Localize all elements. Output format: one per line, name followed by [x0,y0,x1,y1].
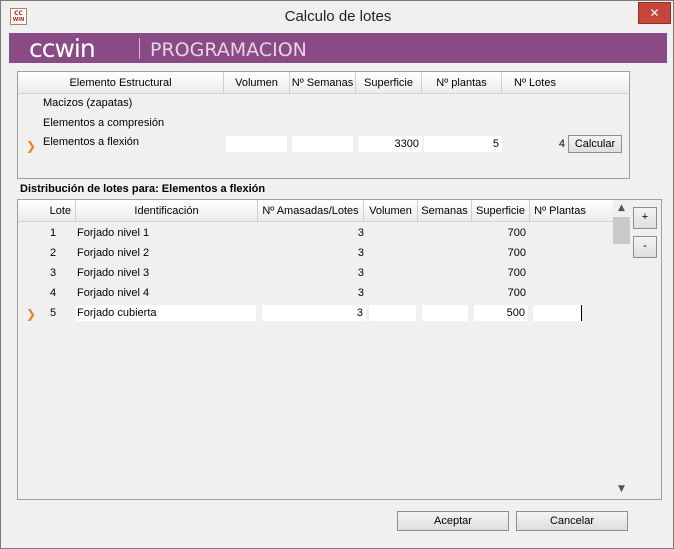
amasadas-cell[interactable]: 3 [262,305,366,321]
semanas-cell[interactable] [422,305,468,321]
superficie-cell[interactable]: 700 [476,223,526,243]
lote-cell[interactable]: 1 [50,223,56,243]
chevron-right-icon: ❯ [26,307,37,321]
accept-button[interactable]: Aceptar [397,511,509,531]
superficie-cell[interactable]: 3300 [358,136,422,152]
column-header[interactable]: Superficie [356,72,422,94]
column-header[interactable]: Elemento Estructural [18,72,224,94]
structural-elements-grid: Elemento Estructural Volumen Nº Semanas … [17,71,630,179]
identificacion-cell[interactable]: Forjado cubierta [76,305,256,321]
lote-cell[interactable]: 5 [50,303,56,323]
lot-distribution-grid: Lote Identificación Nº Amasadas/Lotes Vo… [17,199,630,500]
identificacion-cell[interactable]: Forjado nivel 3 [77,263,149,283]
column-header[interactable]: Volumen [224,72,290,94]
identificacion-cell[interactable]: Forjado nivel 2 [77,243,149,263]
lote-cell[interactable]: 2 [50,243,56,263]
chevron-right-icon: ❯ [26,139,37,153]
column-header[interactable]: Nº Plantas [530,200,590,222]
semanas-cell[interactable] [292,136,353,152]
column-header[interactable]: Nº plantas [422,72,502,94]
title-bar: CC WIN Calculo de lotes ✕ [1,1,673,33]
column-header[interactable]: Volumen [364,200,418,222]
banner-divider [139,38,140,59]
column-header[interactable]: Nº Lotes [502,72,568,94]
superficie-cell[interactable]: 500 [474,305,528,321]
lote-cell[interactable]: 3 [50,263,56,283]
identificacion-cell[interactable]: Forjado nivel 1 [77,223,149,243]
column-header[interactable]: Lote [18,200,76,222]
column-header[interactable]: Superficie [472,200,530,222]
amasadas-cell[interactable]: 3 [262,283,364,303]
column-header[interactable]: Semanas [418,200,472,222]
identificacion-cell[interactable]: Forjado nivel 4 [77,283,149,303]
window-title: Calculo de lotes [284,8,392,25]
banner-subtitle: PROGRAMACION [150,39,307,61]
grid-row[interactable]: Macizos (zapatas) [43,97,132,109]
brand-banner: ccwin PROGRAMACION [9,33,667,63]
superficie-cell[interactable]: 700 [476,263,526,283]
add-row-button[interactable]: + [633,207,657,229]
grid-row-selected[interactable]: Elementos a flexión [43,136,139,148]
brand-logo: ccwin [29,34,96,63]
volumen-cell[interactable] [226,136,287,152]
lote-cell[interactable]: 4 [50,283,56,303]
scrollbar-thumb[interactable] [613,217,630,244]
close-button[interactable]: ✕ [638,2,671,24]
grid-header: Elemento Estructural Volumen Nº Semanas … [18,72,629,94]
vertical-scrollbar[interactable]: ▲ ▼ [613,200,630,499]
amasadas-cell[interactable]: 3 [262,263,364,283]
remove-row-button[interactable]: - [633,236,657,258]
grid-header: Lote Identificación Nº Amasadas/Lotes Vo… [18,200,613,222]
column-header[interactable]: Nº Amasadas/Lotes [258,200,364,222]
amasadas-cell[interactable]: 3 [262,223,364,243]
superficie-cell[interactable]: 700 [476,283,526,303]
column-header[interactable]: Nº Semanas [290,72,356,94]
calculate-button[interactable]: Calcular [568,135,622,153]
plantas-cell[interactable]: 5 [424,136,502,152]
section-title: Distribución de lotes para: Elementos a … [20,183,266,195]
amasadas-cell[interactable]: 3 [262,243,364,263]
grid-row[interactable]: Elementos a compresión [43,117,164,129]
column-header[interactable]: Identificación [76,200,258,222]
superficie-cell[interactable]: 700 [476,243,526,263]
dialog-window: CC WIN Calculo de lotes ✕ ccwin PROGRAMA… [0,0,674,549]
chevron-down-icon[interactable]: ▼ [613,484,630,496]
chevron-up-icon[interactable]: ▲ [613,203,630,215]
cancel-button[interactable]: Cancelar [516,511,628,531]
plantas-cell[interactable] [533,305,582,321]
volumen-cell[interactable] [369,305,416,321]
lotes-cell: 4 [558,138,565,150]
